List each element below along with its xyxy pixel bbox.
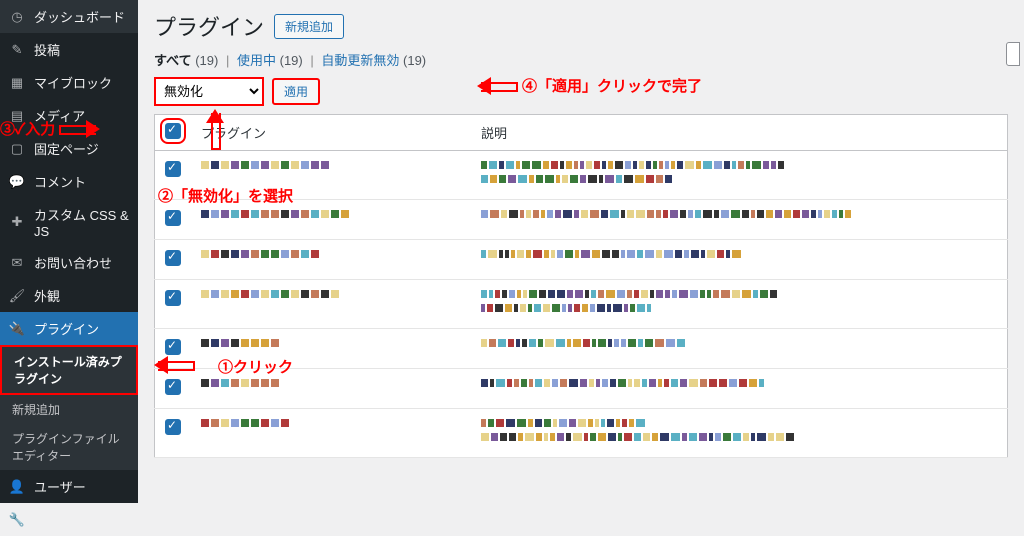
dashboard-icon: ◷: [8, 8, 26, 26]
nav-dashboard[interactable]: ◷ダッシュボード: [0, 0, 138, 33]
row-checkbox[interactable]: [165, 419, 181, 435]
filter-auto-update-off[interactable]: 自動更新無効: [321, 53, 399, 68]
page-title: プラグイン: [154, 10, 264, 42]
filter-all[interactable]: すべて: [154, 53, 192, 68]
page-header: プラグイン 新規追加: [154, 10, 1008, 42]
nav-plugins-submenu: インストール済みプラグイン 新規追加 プラグインファイルエディター: [0, 345, 138, 470]
nav-users[interactable]: 👤ユーザー: [0, 470, 138, 503]
brush-icon: 🖌: [8, 287, 26, 305]
search-plugins-input[interactable]: [1006, 42, 1020, 66]
filter-links: すべて (19) | 使用中 (19) | 自動更新無効 (19): [154, 50, 1008, 69]
row-checkbox[interactable]: [165, 250, 181, 266]
subnav-file-editor[interactable]: プラグインファイルエディター: [0, 424, 138, 470]
plug-icon: 🔌: [8, 320, 26, 338]
nav-myblocks[interactable]: ▦マイブロック: [0, 66, 138, 99]
nav-tools[interactable]: 🔧ツール: [0, 503, 138, 536]
comment-icon: 💬: [8, 173, 26, 191]
nav-css-js[interactable]: ✚カスタム CSS & JS: [0, 198, 138, 246]
row-checkbox[interactable]: [165, 290, 181, 306]
col-plugin: プラグイン: [191, 115, 471, 151]
plus-icon: ✚: [8, 213, 26, 231]
blocks-icon: ▦: [8, 74, 26, 92]
nav-plugins[interactable]: 🔌プラグイン: [0, 312, 138, 345]
pin-icon: ✎: [8, 41, 26, 59]
select-all-checkbox[interactable]: [165, 123, 181, 139]
table-row: [155, 329, 1008, 369]
plugins-table: プラグイン 説明: [154, 114, 1008, 458]
subnav-add-new[interactable]: 新規追加: [0, 395, 138, 424]
row-checkbox[interactable]: [165, 161, 181, 177]
nav-pages[interactable]: ▢固定ページ: [0, 132, 138, 165]
main-content: プラグイン 新規追加 すべて (19) | 使用中 (19) | 自動更新無効 …: [138, 0, 1024, 503]
table-row: [155, 200, 1008, 240]
table-row: [155, 369, 1008, 409]
user-icon: 👤: [8, 478, 26, 496]
subnav-installed-plugins[interactable]: インストール済みプラグイン: [0, 345, 138, 395]
admin-sidebar: ◷ダッシュボード ✎投稿 ▦マイブロック ▤メディア ▢固定ページ 💬コメント …: [0, 0, 138, 503]
nav-comments[interactable]: 💬コメント: [0, 165, 138, 198]
row-checkbox[interactable]: [165, 379, 181, 395]
tools-icon: 🔧: [8, 511, 26, 529]
apply-button[interactable]: 適用: [272, 78, 320, 105]
nav-contact[interactable]: ✉お問い合わせ: [0, 246, 138, 279]
nav-media[interactable]: ▤メディア: [0, 99, 138, 132]
add-new-button[interactable]: 新規追加: [274, 14, 344, 39]
table-row: [155, 151, 1008, 200]
mail-icon: ✉: [8, 254, 26, 272]
row-checkbox[interactable]: [165, 339, 181, 355]
table-row: [155, 240, 1008, 280]
table-row: [155, 409, 1008, 458]
row-checkbox[interactable]: [165, 210, 181, 226]
bulk-actions: 無効化 適用: [154, 77, 1008, 106]
filter-active[interactable]: 使用中: [237, 53, 276, 68]
col-description: 説明: [471, 115, 1008, 151]
media-icon: ▤: [8, 107, 26, 125]
page-icon: ▢: [8, 140, 26, 158]
table-row: [155, 280, 1008, 329]
nav-appearance[interactable]: 🖌外観: [0, 279, 138, 312]
bulk-action-select[interactable]: 無効化: [154, 77, 264, 106]
nav-posts[interactable]: ✎投稿: [0, 33, 138, 66]
